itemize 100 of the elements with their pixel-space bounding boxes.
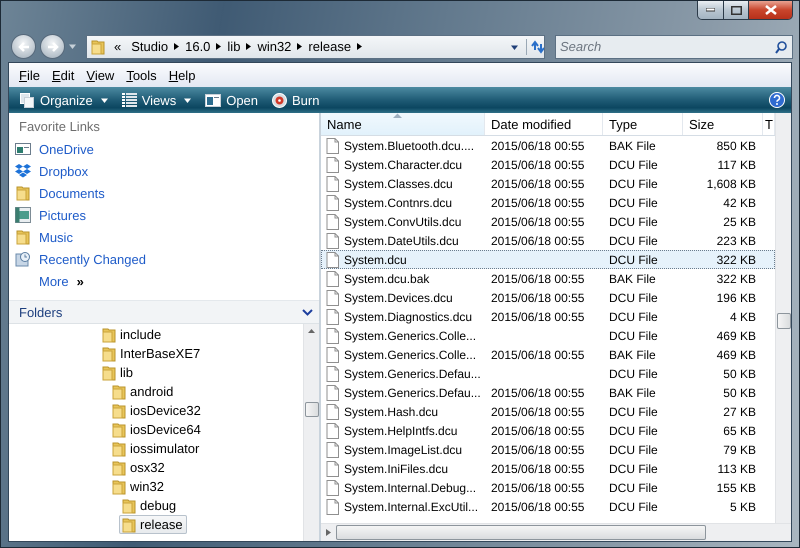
file-row[interactable]: System.Devices.dcu 2015/06/18 00:55 DCU File 196 KB xyxy=(321,288,775,307)
file-row[interactable]: System.Generics.Colle... DCU File 469 KB xyxy=(321,326,775,345)
size-cell-text: 196 KB xyxy=(716,290,757,304)
scrollbar[interactable] xyxy=(775,113,791,523)
date-cell-text: 2015/06/18 00:55 xyxy=(490,290,586,304)
file-row[interactable]: System.Generics.Colle... 2015/06/18 00:55 BAK File 469 KB xyxy=(321,345,775,364)
file-row[interactable]: System.dcu DCU File 322 KB xyxy=(321,250,775,269)
menu-item[interactable]: View xyxy=(80,68,120,82)
tree-item[interactable]: win32 xyxy=(109,477,168,496)
file-row[interactable]: System.dcu.bak 2015/06/18 00:55 BAK File 322 KB xyxy=(321,269,775,288)
tree-item[interactable]: debug xyxy=(119,496,180,515)
file-name: System.Generics.Colle... xyxy=(343,328,476,342)
close-button[interactable] xyxy=(748,1,792,19)
type-cell-text: DCU File xyxy=(608,500,659,514)
toolbar-button[interactable]: Views xyxy=(116,89,196,111)
tree-item[interactable]: InterBaseXE7 xyxy=(99,344,204,363)
size-cell-text: 27 KB xyxy=(722,404,757,418)
file-row[interactable]: System.Diagnostics.dcu 2015/06/18 00:55 DCU File 4 KB xyxy=(321,307,775,326)
caret-icon xyxy=(100,96,108,104)
file-row[interactable]: System.HelpIntfs.dcu 2015/06/18 00:55 DCU File 65 KB xyxy=(321,421,775,440)
menu-item[interactable]: Tools xyxy=(120,68,163,82)
horizontal-scrollbar[interactable] xyxy=(321,523,791,541)
type-cell-text: DCU File xyxy=(608,196,659,210)
scrollbar[interactable] xyxy=(303,324,319,541)
folder-icon xyxy=(112,402,126,418)
favorite-link[interactable]: Documents xyxy=(9,182,319,204)
folders-header[interactable]: Folders xyxy=(9,300,319,324)
file-row[interactable]: System.Generics.Defau... 2015/06/18 00:55 BAK File 50 KB xyxy=(321,383,775,402)
date-cell-text: 2015/06/18 00:55 xyxy=(490,138,586,152)
date-cell-text: 2015/06/18 00:55 xyxy=(490,500,586,514)
file-icon xyxy=(326,442,339,458)
address-bar[interactable]: « Studio 16.0 lib win32 release xyxy=(86,34,545,58)
tree-item[interactable]: release xyxy=(119,515,187,534)
tree-item[interactable]: iossimulator xyxy=(109,439,204,458)
file-row[interactable]: System.Bluetooth.dcu.... 2015/06/18 00:55 BAK File 850 KB xyxy=(321,136,775,155)
file-row[interactable]: System.Character.dcu 2015/06/18 00:55 DCU File 117 KB xyxy=(321,155,775,174)
scroll-thumb[interactable] xyxy=(776,313,790,329)
toolbar-button[interactable]: Organize xyxy=(15,89,113,111)
tree-item[interactable]: lib xyxy=(99,363,138,382)
favorite-link[interactable]: OneDrive xyxy=(9,138,319,160)
file-icon xyxy=(326,176,339,192)
menu-item[interactable]: Edit xyxy=(46,68,80,82)
search-field[interactable]: Search xyxy=(555,34,793,58)
tree-item[interactable]: osx32 xyxy=(109,458,169,477)
file-row[interactable]: System.DateUtils.dcu 2015/06/18 00:55 DCU File 223 KB xyxy=(321,231,775,250)
back-button[interactable] xyxy=(11,34,36,59)
maximize-button[interactable] xyxy=(723,1,748,19)
history-caret-icon xyxy=(69,43,76,50)
favorite-link[interactable]: Music xyxy=(9,226,319,248)
breadcrumb-item[interactable]: Studio xyxy=(126,39,174,54)
tree-item[interactable]: android xyxy=(109,382,178,401)
minimize-button[interactable] xyxy=(698,1,723,19)
file-row[interactable]: System.Internal.Debug... 2015/06/18 00:55 DCU File 155 KB xyxy=(321,478,775,497)
file-row[interactable]: System.Internal.ExcUtil... 2015/06/18 00:55 DCU File 5 KB xyxy=(321,497,775,516)
column-header[interactable]: T xyxy=(763,113,775,135)
favorite-link[interactable]: Recently Changed xyxy=(9,248,319,270)
tree-item[interactable]: include xyxy=(99,325,166,344)
dropbox-icon xyxy=(15,164,31,178)
file-name: System.Generics.Colle... xyxy=(343,348,476,362)
menu-item[interactable]: Help xyxy=(162,68,202,82)
file-row[interactable]: System.ImageList.dcu 2015/06/18 00:55 DCU File 79 KB xyxy=(321,440,775,459)
toolbar-button[interactable]: Burn xyxy=(267,89,324,111)
favorite-link[interactable]: Dropbox xyxy=(9,160,319,182)
refresh-icon[interactable] xyxy=(526,38,544,54)
window-icon xyxy=(205,94,222,106)
file-row[interactable]: System.Generics.Defau... DCU File 50 KB xyxy=(321,364,775,383)
tree-item[interactable]: iosDevice32 xyxy=(109,401,205,420)
scroll-thumb[interactable] xyxy=(304,402,318,417)
file-name: System.Contnrs.dcu xyxy=(343,196,452,210)
help-icon[interactable] xyxy=(769,92,785,108)
type-cell-text: DCU File xyxy=(608,366,659,380)
menu-item[interactable]: File xyxy=(13,68,46,82)
file-row[interactable]: System.IniFiles.dcu 2015/06/18 00:55 DCU File 113 KB xyxy=(321,459,775,478)
sort-arrow-icon xyxy=(393,113,402,118)
favorite-link[interactable]: Pictures xyxy=(9,204,319,226)
file-row[interactable]: System.Contnrs.dcu 2015/06/18 00:55 DCU File 42 KB xyxy=(321,193,775,212)
tree-item[interactable]: iosDevice64 xyxy=(109,420,205,439)
size-cell-text: 117 KB xyxy=(716,158,757,172)
size-cell-text: 223 KB xyxy=(716,234,757,248)
breadcrumb-item[interactable]: lib xyxy=(222,39,246,54)
breadcrumb-item[interactable]: 16.0 xyxy=(180,39,216,54)
date-cell-text: 2015/06/18 00:55 xyxy=(490,424,586,438)
breadcrumb-item[interactable]: release xyxy=(303,39,356,54)
file-name: System.dcu.bak xyxy=(343,272,430,286)
size-cell-text: 322 KB xyxy=(716,252,757,266)
breadcrumb-item[interactable]: win32 xyxy=(252,39,296,54)
toolbar-button[interactable]: Open xyxy=(200,89,264,111)
forward-button[interactable] xyxy=(40,34,65,59)
column-header[interactable]: Name xyxy=(321,113,485,135)
file-icon xyxy=(326,498,339,514)
more-link[interactable]: More » xyxy=(9,270,319,292)
up-arrow-icon[interactable] xyxy=(308,328,315,333)
type-cell-text: DCU File xyxy=(608,290,659,304)
overflow-chevron[interactable]: « xyxy=(109,39,126,54)
file-row[interactable]: System.ConvUtils.dcu 2015/06/18 00:55 DCU File 25 KB xyxy=(321,212,775,231)
file-row[interactable]: System.Classes.dcu 2015/06/18 00:55 DCU File 1,608 KB xyxy=(321,174,775,193)
type-cell-text: BAK File xyxy=(608,386,657,400)
type-cell-text: DCU File xyxy=(608,214,659,228)
forward-arrow-icon xyxy=(46,42,58,52)
file-row[interactable]: System.Hash.dcu 2015/06/18 00:55 DCU File 27 KB xyxy=(321,402,775,421)
